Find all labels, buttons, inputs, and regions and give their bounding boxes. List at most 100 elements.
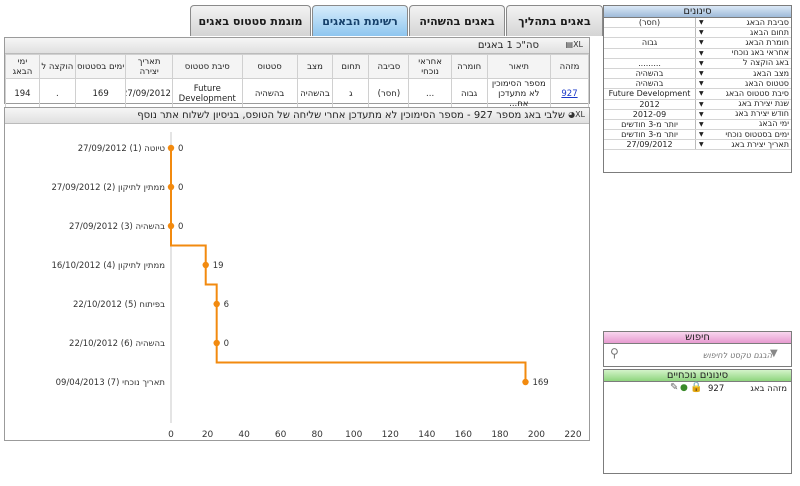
filter-value: יותר מ-3 חודשים <box>604 119 697 130</box>
chevron-down-icon[interactable]: ▼ <box>699 120 704 130</box>
filter-row: יותר מ-3 חודשים ימים בסטטוס נוכחי ▼ <box>604 130 791 141</box>
bug-status-reason-cell: Future Development <box>171 78 243 110</box>
chevron-down-icon[interactable]: ▼ <box>699 18 704 28</box>
column-header[interactable]: אחראי נוכחי <box>408 54 452 79</box>
data-point <box>167 183 175 191</box>
tab-bugs-on-hold[interactable]: באגים בהשהיה <box>409 5 505 36</box>
bug-stages-chart: 0 20 40 60 80 100 120 140 160 180 200 22027/09/2012… <box>51 132 582 440</box>
chevron-down-icon[interactable]: ▼ <box>699 28 704 38</box>
filter-label: חומרת הבאג <box>745 37 789 47</box>
tab-bug-status-trend[interactable]: מוגמת סטטוס באגים <box>190 5 311 36</box>
filter-label: סביבת הבאג <box>746 17 789 27</box>
filter-dropdown[interactable]: ימי הבאג ▼ <box>696 119 791 130</box>
data-point <box>213 339 220 347</box>
x-tick-label: 180 <box>491 430 508 440</box>
current-filter-value: 927 <box>708 384 725 394</box>
filters-title: סינונים <box>604 6 791 18</box>
chevron-down-icon[interactable]: ▼ <box>699 79 704 89</box>
filter-value: יותר מ-3 חודשים <box>604 130 697 140</box>
x-tick-label: 200 <box>528 430 545 440</box>
bug-days-cell: 194 <box>5 78 40 110</box>
chevron-down-icon[interactable]: ▼ <box>699 89 704 99</box>
filter-value: 2012-09 <box>604 109 697 119</box>
filter-label: באג הוקצה ל <box>743 58 789 68</box>
filter-value: גבוה <box>604 38 697 48</box>
filter-row: 2012-09 חודש יצירת באג ▼ <box>604 109 791 120</box>
filter-label: ימי הבאג <box>758 119 789 129</box>
bugs-count-title: סה"כ 1 באגים <box>477 40 539 51</box>
tab-bugs-in-process[interactable]: באגים בתהליך <box>506 5 603 36</box>
chevron-down-icon[interactable]: ▼ <box>699 59 704 69</box>
filter-value: ......... <box>604 58 697 68</box>
export-excel-icon[interactable]: ▤XL <box>566 40 584 49</box>
filter-dropdown[interactable]: תחום הבאג ▼ <box>696 28 791 37</box>
current-filter-label: מזהה באג <box>750 384 787 394</box>
y-category-label: 27/09/2012 טיוטה (1) <box>78 144 166 154</box>
filter-dropdown[interactable]: סביבת הבאג ▼ <box>696 18 791 27</box>
column-header[interactable]: ימי הבאג <box>5 54 40 79</box>
chevron-down-icon[interactable]: ▼ <box>699 69 704 79</box>
x-tick-label: 160 <box>455 430 472 440</box>
filter-value: (חסר) <box>604 18 697 28</box>
tab-bug-list[interactable]: רשימת הבאגים <box>312 5 408 36</box>
column-header[interactable]: סטטוס <box>241 54 298 79</box>
column-header[interactable]: הוקצה ל <box>38 54 76 79</box>
edit-icon[interactable]: ✎ <box>670 382 678 393</box>
bug-assigned-to-cell: . <box>38 78 76 110</box>
search-input[interactable] <box>624 348 774 362</box>
x-tick-label: 60 <box>275 430 287 440</box>
filter-row: יותר מ-3 חודשים ימי הבאג ▼ <box>604 119 791 131</box>
chevron-down-icon[interactable]: ▼ <box>699 38 704 48</box>
bug-description-cell: מספר הסימוכין לא מתעדכן אח... <box>486 78 551 110</box>
filter-dropdown[interactable]: סיבת סטטוס הבאג ▼ <box>696 89 791 98</box>
filter-row: אחראי באג נוכחי ▼ <box>604 48 791 59</box>
lock-icon[interactable]: 🔒 <box>690 382 702 393</box>
current-filters-title: סינונים נוכחיים <box>604 370 791 382</box>
filter-dropdown[interactable]: סטטוס הבאג ▼ <box>696 79 791 88</box>
column-header[interactable]: תיאור <box>486 54 551 79</box>
filter-row: Future Development סיבת סטטוס הבאג ▼ <box>604 89 791 100</box>
filter-row: גבוה חומרת הבאג ▼ <box>604 38 791 49</box>
filter-dropdown[interactable]: באג הוקצה ל ▼ <box>696 58 791 69</box>
column-header[interactable]: תאריך יצירה <box>125 54 173 79</box>
bug-created-cell: 27/09/2012 <box>125 78 173 110</box>
filter-dropdown[interactable]: חודש יצירת באג ▼ <box>696 109 791 120</box>
chevron-down-icon[interactable]: ▼ <box>699 140 704 150</box>
y-category-label: 22/10/2012 בפיתוח (5) <box>73 300 165 310</box>
x-tick-label: 220 <box>564 430 581 440</box>
filter-dropdown[interactable]: שנת יצירת באג ▼ <box>696 99 791 110</box>
bugs-table: מזהה תיאור חומרה אחראי נוכחי סביבה תחום … <box>5 54 590 110</box>
chevron-down-icon[interactable]: ▼ <box>699 49 704 59</box>
column-header[interactable]: תחום <box>332 54 370 79</box>
chart-header: ◕XL שלבי באג מספר 927 - מספר הסימוכין לא… <box>5 108 589 124</box>
column-header[interactable]: סביבה <box>368 54 410 79</box>
filter-label: תאריך יצירת באג <box>731 139 789 149</box>
column-header[interactable]: סיבת סטטוס <box>171 54 243 79</box>
bug-state-cell: בהשהיה <box>296 78 334 110</box>
bugs-list-header: ▤XL סה"כ 1 באגים <box>5 38 589 54</box>
column-header[interactable]: חומרה <box>450 54 488 79</box>
search-box: ▼ ⚲ <box>604 344 791 366</box>
filter-dropdown[interactable]: מצב הבאג ▼ <box>696 69 791 78</box>
column-header[interactable]: מצב <box>296 54 334 79</box>
bug-domain-cell: ג <box>332 78 370 110</box>
filter-value: 2012 <box>604 99 697 109</box>
chevron-down-icon[interactable]: ▼ <box>699 130 704 140</box>
x-tick-label: 140 <box>418 430 435 440</box>
filter-dropdown[interactable]: ימים בסטטוס נוכחי ▼ <box>696 130 791 139</box>
chevron-down-icon[interactable]: ▼ <box>699 100 704 110</box>
filter-dropdown[interactable]: אחראי באג נוכחי ▼ <box>696 48 791 59</box>
table-row[interactable]: 927 מספר הסימוכין לא מתעדכן אח... גבוה .… <box>5 78 590 110</box>
filter-dropdown[interactable]: חומרת הבאג ▼ <box>696 38 791 47</box>
export-excel-icon[interactable]: ◕XL <box>568 110 585 119</box>
column-header[interactable]: ימים בסטטוס <box>74 54 127 79</box>
search-icon[interactable]: ⚲ <box>610 346 619 360</box>
column-header[interactable]: מזהה <box>549 54 590 79</box>
y-category-label: 27/09/2012 בהשהיה (3) <box>69 222 165 232</box>
bug-id-link[interactable]: 927 <box>549 78 590 110</box>
filter-value: 27/09/2012 <box>604 140 697 150</box>
chevron-down-icon[interactable]: ▼ <box>699 110 704 120</box>
x-tick-label: 20 <box>202 430 214 440</box>
filter-dropdown[interactable]: תאריך יצירת באג ▼ <box>696 140 791 149</box>
filter-value: Future Development <box>604 89 697 99</box>
